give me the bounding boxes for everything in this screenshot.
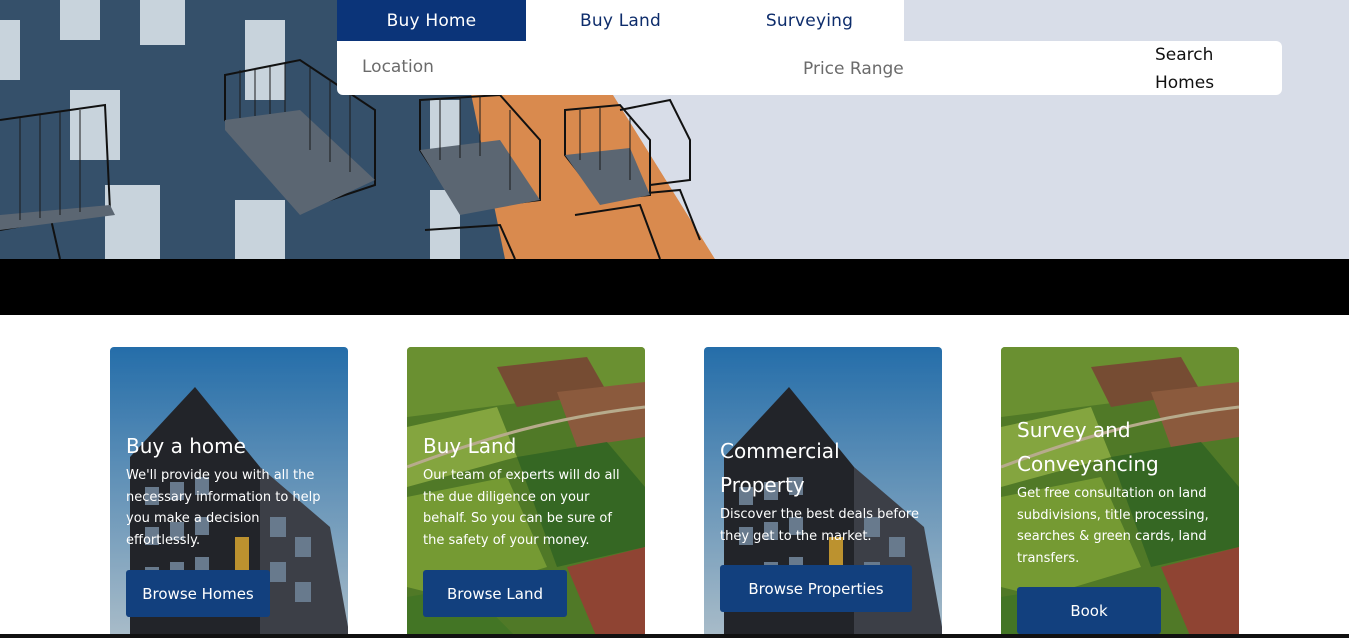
card-title: Buy Land xyxy=(423,434,517,458)
location-input[interactable]: Location xyxy=(362,57,434,77)
card-title: Buy a home xyxy=(126,434,246,458)
price-range-select[interactable]: Price Range xyxy=(803,59,904,79)
card-commercial-property: Commercial Property Discover the best de… xyxy=(704,347,942,638)
browse-homes-button[interactable]: Browse Homes xyxy=(126,570,270,617)
tab-buy-home[interactable]: Buy Home xyxy=(337,0,526,41)
browse-properties-button[interactable]: Browse Properties xyxy=(720,565,912,612)
card-description: Discover the best deals before they get … xyxy=(720,507,919,544)
card-title: Survey and Conveyancing xyxy=(1017,418,1159,476)
browse-land-button[interactable]: Browse Land xyxy=(423,570,567,617)
card-buy-land: Buy Land Our team of experts will do all… xyxy=(407,347,645,638)
page-bottom-border xyxy=(0,634,1349,638)
card-description: Our team of experts will do all the due … xyxy=(423,468,620,548)
card-title: Commercial Property xyxy=(720,439,840,497)
search-homes-button[interactable]: Search Homes xyxy=(1155,41,1235,95)
card-survey-conveyancing: Survey and Conveyancing Get free consult… xyxy=(1001,347,1239,638)
book-button[interactable]: Book xyxy=(1017,587,1161,634)
search-tabs: Buy Home Buy Land Surveying xyxy=(337,0,904,41)
card-buy-home: Buy a home We'll provide you with all th… xyxy=(110,347,348,638)
tab-buy-land[interactable]: Buy Land xyxy=(526,0,715,41)
tab-surveying[interactable]: Surveying xyxy=(715,0,904,41)
card-description: We'll provide you with all the necessary… xyxy=(126,468,321,548)
card-description: Get free consultation on land subdivisio… xyxy=(1017,486,1209,566)
search-bar: Location Price Range Search Homes xyxy=(337,41,1282,95)
hero-section: Buy Home Buy Land Surveying Location Pri… xyxy=(0,0,1349,259)
section-divider-band xyxy=(0,259,1349,315)
